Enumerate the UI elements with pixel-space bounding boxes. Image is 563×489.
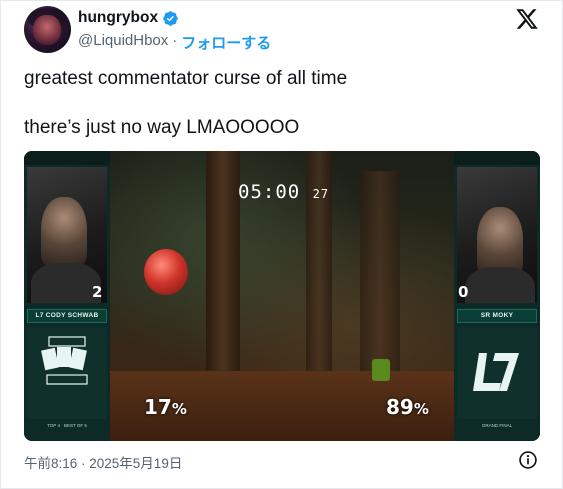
left-player-round: TOP 4 · BEST OF 5 — [47, 423, 87, 428]
right-player-cam — [457, 167, 537, 303]
l7-logo — [457, 327, 537, 419]
tweet-card: hungrybox @LiquidHbox · フォローする greatest … — [0, 0, 563, 489]
right-player-name: SR MOKY — [457, 309, 537, 323]
right-damage-percent: 89% — [386, 395, 429, 419]
tweet-text-line-2: there’s just no way LMAOOOOO — [24, 117, 300, 138]
game-screen: 05:00 27 17% 89% — [110, 151, 454, 441]
left-player-name: L7 CODY SCHWAB — [27, 309, 107, 323]
author-name-row: hungrybox — [78, 9, 179, 27]
info-icon[interactable] — [518, 450, 538, 470]
left-player-score: 2 — [92, 283, 103, 301]
author-handle-row: @LiquidHbox · フォローする — [78, 32, 271, 53]
right-player-panel: 0 SR MOKY GRAND FINAL — [454, 151, 540, 441]
left-player-panel: 2 L7 CODY SCHWAB TOP 4 · BEST OF 5 — [24, 151, 110, 441]
tweet-media-video[interactable]: 2 L7 CODY SCHWAB TOP 4 · BEST OF 5 05:00… — [24, 151, 540, 441]
tweet-text-line-1: greatest commentator curse of all time — [24, 68, 348, 89]
full-house-logo — [27, 327, 107, 419]
tweet-timestamp[interactable]: 午前8:16 · 2025年5月19日 — [24, 452, 182, 472]
handle-separator: · — [172, 32, 178, 49]
right-player-score: 0 — [458, 283, 469, 301]
author-display-name[interactable]: hungrybox — [78, 9, 158, 27]
author-avatar[interactable] — [24, 6, 71, 53]
verified-badge-icon — [163, 10, 178, 26]
x-logo-icon[interactable] — [514, 7, 540, 31]
follow-button[interactable]: フォローする — [181, 32, 271, 53]
match-timer: 05:00 27 — [238, 181, 330, 203]
right-fighter — [372, 359, 390, 381]
author-handle[interactable]: @LiquidHbox — [78, 32, 168, 53]
left-fighter — [144, 249, 188, 295]
left-damage-percent: 17% — [144, 395, 187, 419]
right-player-round: GRAND FINAL — [481, 423, 513, 428]
